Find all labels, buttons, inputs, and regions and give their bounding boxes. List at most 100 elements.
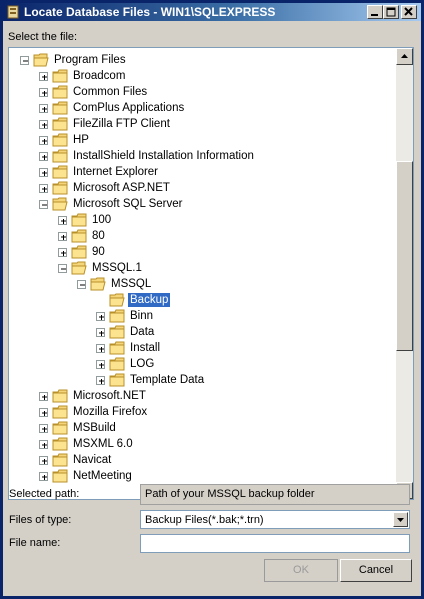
folder-icon xyxy=(52,389,68,403)
tree-item-label: Install xyxy=(130,342,161,354)
dialog-window: Locate Database Files - WIN1\SQLEXPRESS … xyxy=(0,0,424,599)
folder-icon xyxy=(109,373,125,387)
folder-icon xyxy=(52,101,68,115)
tree-item-label: InstallShield Installation Information xyxy=(73,150,254,162)
tree-item-label: 80 xyxy=(92,230,105,242)
expand-plus-icon[interactable] xyxy=(39,136,48,145)
tree-item-label: Navicat xyxy=(73,454,112,466)
folder-icon xyxy=(52,453,68,467)
select-file-label: Select the file: xyxy=(8,31,78,43)
ok-button[interactable]: OK xyxy=(264,559,338,582)
scroll-up-button[interactable] xyxy=(396,48,413,65)
window-title: Locate Database Files - WIN1\SQLEXPRESS xyxy=(24,5,276,19)
expand-plus-icon[interactable] xyxy=(58,232,67,241)
folder-icon xyxy=(71,261,87,275)
files-of-type-select[interactable]: Backup Files(*.bak;*.trn) xyxy=(140,510,410,529)
vertical-scrollbar[interactable] xyxy=(396,48,413,499)
close-button[interactable] xyxy=(401,5,417,19)
dialog-body: Select the file: Program Files Broadcom Co… xyxy=(3,21,421,596)
minimize-button[interactable] xyxy=(367,5,383,19)
scroll-thumb[interactable] xyxy=(396,161,413,351)
folder-icon xyxy=(71,213,87,227)
expand-plus-icon[interactable] xyxy=(39,184,48,193)
files-of-type-dropdown-button[interactable] xyxy=(393,512,408,527)
expand-plus-icon[interactable] xyxy=(96,360,105,369)
collapse-minus-icon[interactable] xyxy=(39,200,48,209)
tree-item-label: Broadcom xyxy=(73,70,126,82)
folder-icon xyxy=(109,293,125,307)
folder-icon xyxy=(52,405,68,419)
app-icon xyxy=(7,5,19,19)
tree-item-label: Data xyxy=(130,326,155,338)
folder-icon xyxy=(52,165,68,179)
expand-plus-icon[interactable] xyxy=(96,328,105,337)
tree-item-label: Template Data xyxy=(130,374,205,386)
tree-item-label: ComPlus Applications xyxy=(73,102,185,114)
expand-plus-icon[interactable] xyxy=(39,392,48,401)
expand-plus-icon[interactable] xyxy=(39,168,48,177)
folder-icon xyxy=(52,197,68,211)
tree-item-label: Microsoft.NET xyxy=(73,390,146,402)
maximize-button[interactable] xyxy=(383,5,399,19)
minimize-icon xyxy=(371,14,378,16)
file-name-input[interactable] xyxy=(140,534,410,553)
close-icon xyxy=(404,7,413,16)
folder-icon xyxy=(52,149,68,163)
expand-plus-icon[interactable] xyxy=(39,408,48,417)
scroll-up-icon xyxy=(401,54,408,58)
expand-plus-icon[interactable] xyxy=(39,120,48,129)
folder-tree[interactable]: Program Files Broadcom Common Files ComPlus… xyxy=(8,47,414,500)
files-of-type-label: Files of type: xyxy=(9,514,72,526)
tree-item-label: Internet Explorer xyxy=(73,166,159,178)
expand-plus-icon[interactable] xyxy=(96,312,105,321)
expand-plus-icon[interactable] xyxy=(39,472,48,481)
tree-item-label: Mozilla Firefox xyxy=(73,406,148,418)
expand-plus-icon[interactable] xyxy=(96,376,105,385)
collapse-minus-icon[interactable] xyxy=(77,280,86,289)
folder-icon xyxy=(52,85,68,99)
tree-item-label: Program Files xyxy=(54,54,126,66)
maximize-icon xyxy=(386,7,396,17)
expand-plus-icon[interactable] xyxy=(39,424,48,433)
folder-icon xyxy=(52,469,68,483)
expand-plus-icon[interactable] xyxy=(58,216,67,225)
dropdown-arrow-icon xyxy=(397,518,404,522)
tree-item-label: FileZilla FTP Client xyxy=(73,118,170,130)
expand-plus-icon[interactable] xyxy=(39,72,48,81)
tree-item-label: NetMeeting xyxy=(73,470,132,482)
tree-item-label: Microsoft SQL Server xyxy=(73,198,183,210)
expand-plus-icon[interactable] xyxy=(39,88,48,97)
folder-icon xyxy=(109,341,125,355)
expand-plus-icon[interactable] xyxy=(96,344,105,353)
expand-plus-icon[interactable] xyxy=(39,456,48,465)
tree-item-label: LOG xyxy=(130,358,155,370)
tree-item-label: MSXML 6.0 xyxy=(73,438,133,450)
folder-icon xyxy=(109,309,125,323)
title-bar[interactable]: Locate Database Files - WIN1\SQLEXPRESS xyxy=(3,3,421,21)
folder-icon xyxy=(52,421,68,435)
folder-icon xyxy=(52,437,68,451)
folder-icon xyxy=(90,277,106,291)
expand-plus-icon[interactable] xyxy=(39,104,48,113)
tree-item-label: MSSQL.1 xyxy=(92,262,142,274)
tree-item-label: 100 xyxy=(92,214,112,226)
expand-plus-icon[interactable] xyxy=(39,152,48,161)
folder-icon xyxy=(109,357,125,371)
tree-item-label: Backup xyxy=(128,293,171,307)
tree-item-label: MSSQL xyxy=(111,278,152,290)
tree-item-label: Microsoft ASP.NET xyxy=(73,182,170,194)
expand-plus-icon[interactable] xyxy=(39,440,48,449)
folder-icon xyxy=(71,229,87,243)
cancel-button[interactable]: Cancel xyxy=(340,559,412,582)
folder-icon xyxy=(52,181,68,195)
tree-item-label: MSBuild xyxy=(73,422,116,434)
selected-path-label: Selected path: xyxy=(9,488,80,500)
tree-item-label: Common Files xyxy=(73,86,148,98)
folder-icon xyxy=(109,325,125,339)
collapse-minus-icon[interactable] xyxy=(20,56,29,65)
tree-item-label: Binn xyxy=(130,310,154,322)
expand-plus-icon[interactable] xyxy=(58,248,67,257)
folder-icon xyxy=(71,245,87,259)
collapse-minus-icon[interactable] xyxy=(58,264,67,273)
folder-icon xyxy=(52,133,68,147)
